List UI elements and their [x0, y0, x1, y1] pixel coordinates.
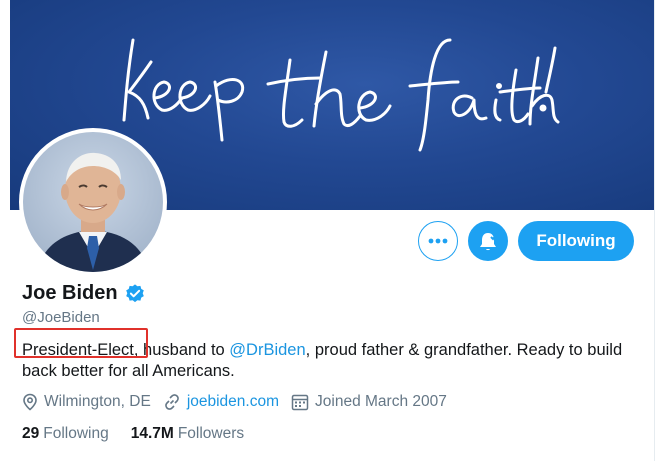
more-options-button[interactable]: [418, 221, 458, 261]
followers-stat[interactable]: 14.7M Followers: [131, 425, 244, 443]
page-margin-right: [654, 0, 664, 461]
page-margin-left: [0, 0, 10, 461]
calendar-icon: [291, 394, 309, 411]
link-icon: [164, 394, 179, 410]
joined-text: Joined March 2007: [315, 393, 447, 410]
following-label: Following: [43, 425, 109, 442]
display-name: Joe Biden: [22, 282, 118, 304]
joined-item: Joined March 2007: [291, 393, 447, 411]
profile-meta: Wilmington, DE joebiden.com Joined March…: [22, 393, 459, 411]
location-text: Wilmington, DE: [44, 393, 151, 410]
bio-mention-link[interactable]: @DrBiden: [229, 341, 305, 359]
location-item: Wilmington, DE: [22, 393, 151, 411]
ellipsis-icon: [428, 238, 448, 244]
location-pin-icon: [23, 393, 37, 411]
following-count: 29: [22, 425, 40, 442]
bell-icon: [480, 233, 498, 251]
website-item: joebiden.com: [163, 393, 279, 411]
followers-label: Followers: [177, 425, 245, 442]
following-button[interactable]: Following: [518, 221, 634, 261]
annotation-highlight-box: [14, 328, 148, 358]
profile-stats: 29 Following 14.7M Followers: [22, 425, 266, 443]
followers-count: 14.7M: [130, 425, 174, 442]
profile-actions: Following: [418, 221, 634, 261]
profile-handle: @JoeBiden: [22, 309, 100, 326]
profile-name-row: Joe Biden: [22, 282, 146, 305]
verified-badge-icon: [125, 283, 144, 302]
website-link[interactable]: joebiden.com: [187, 393, 279, 411]
bio-text-part1: husband to: [138, 341, 230, 359]
following-stat[interactable]: 29 Following: [22, 425, 109, 443]
profile-avatar[interactable]: [19, 128, 167, 276]
notifications-button[interactable]: [468, 221, 508, 261]
